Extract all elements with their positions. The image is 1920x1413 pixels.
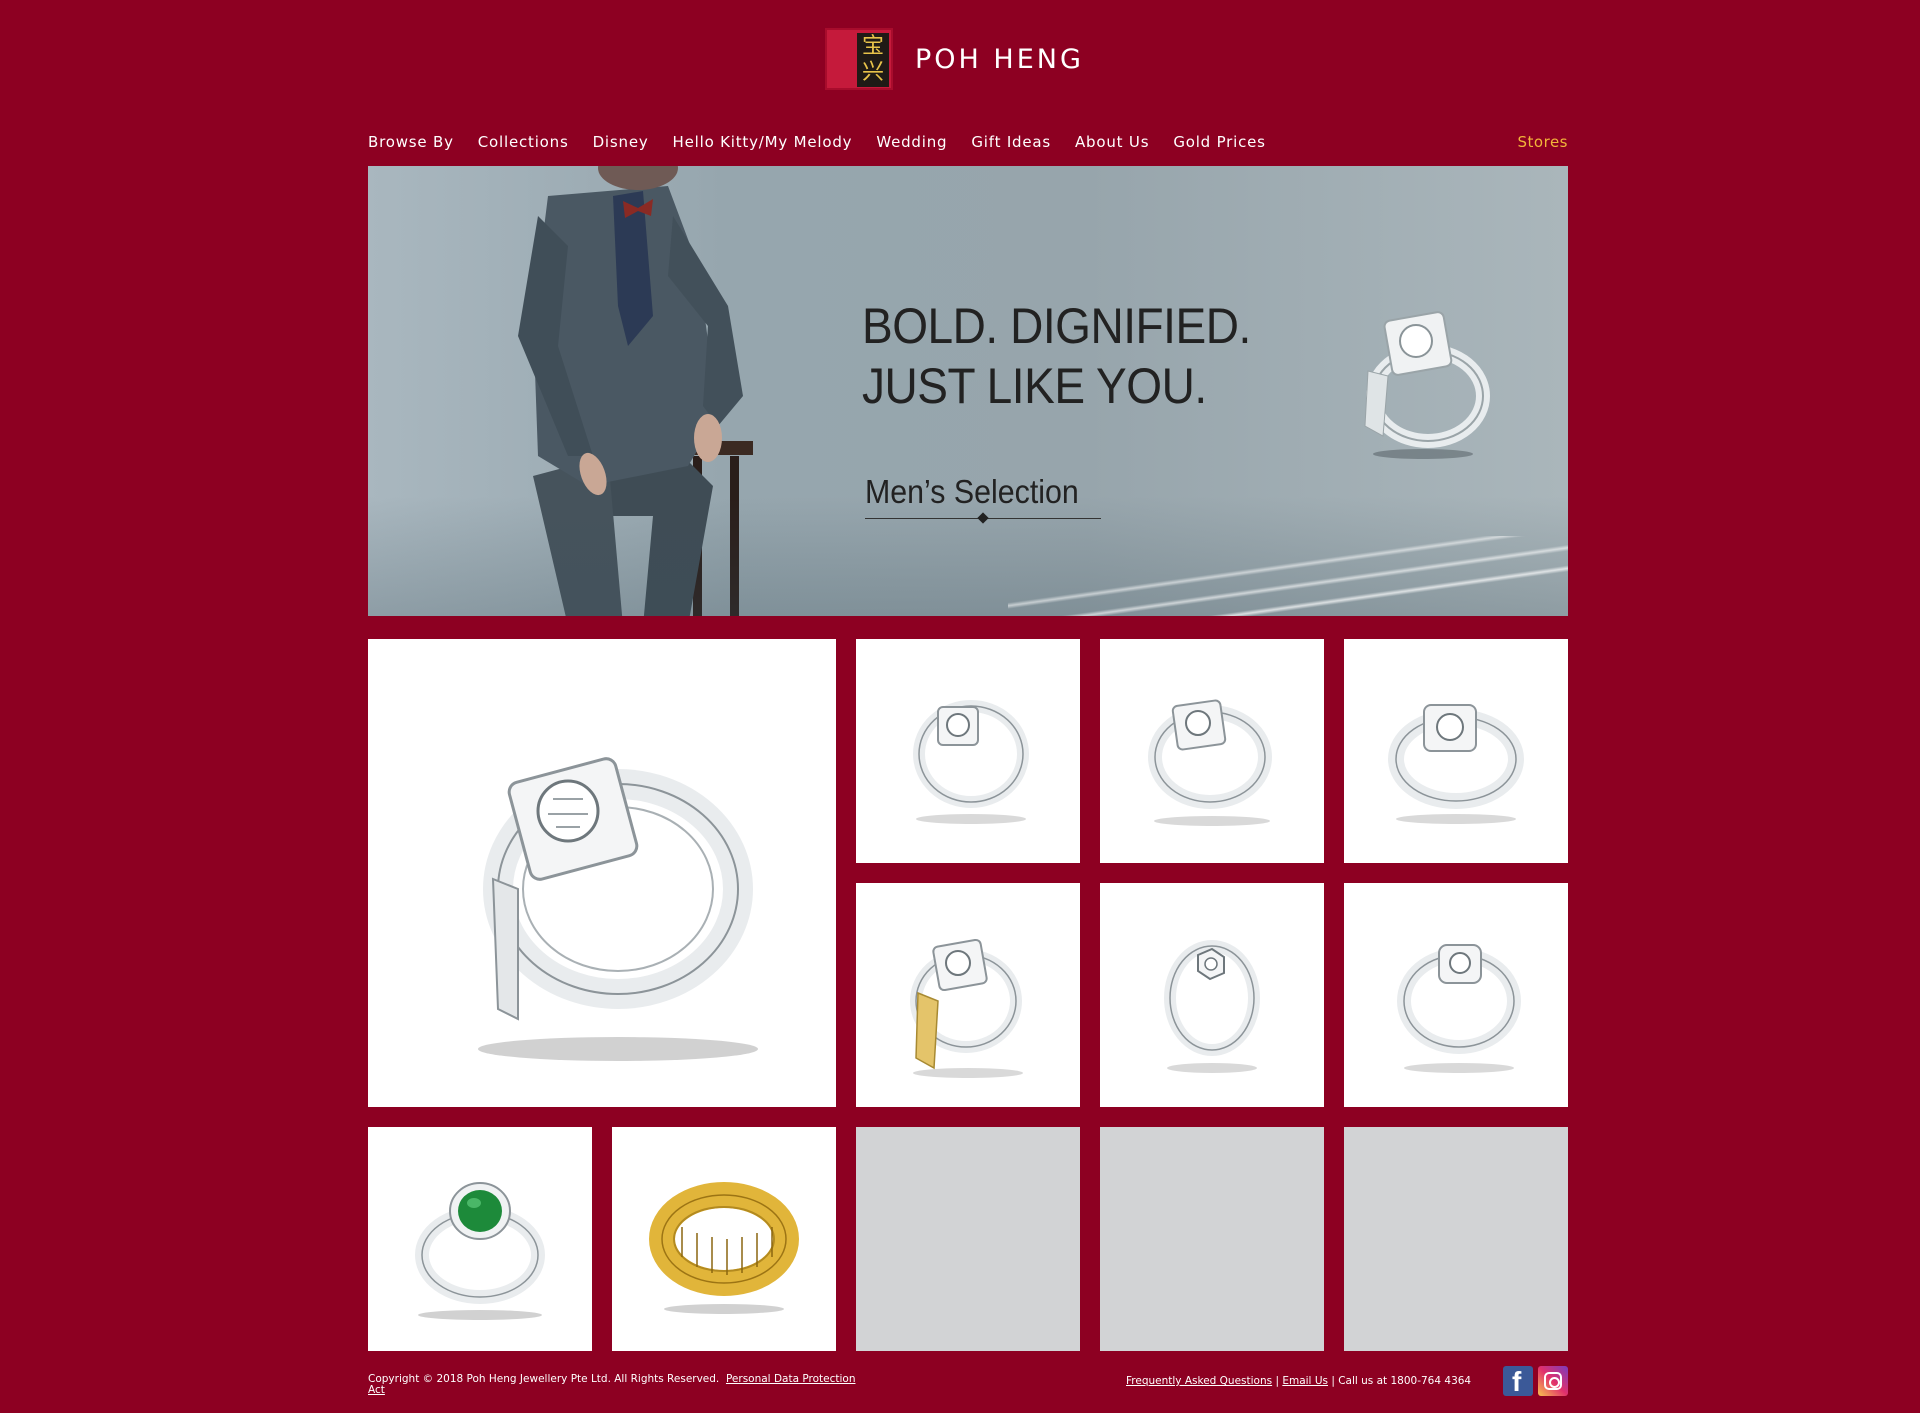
nav-item-about-us[interactable]: About Us: [1075, 133, 1149, 151]
hero-title-line2: JUST LIKE YOU.: [862, 358, 1207, 414]
logo-glyph-box: 宝 兴: [857, 33, 889, 87]
abacus-ring-icon: [649, 1182, 799, 1314]
footer-separator: |: [1275, 1375, 1279, 1387]
brand-name: POH HENG: [915, 43, 1084, 75]
copyright-text: Copyright © 2018 Poh Heng Jewellery Pte …: [368, 1373, 720, 1385]
logo-mark-icon: 宝 兴: [825, 28, 893, 90]
nav-item-disney[interactable]: Disney: [593, 133, 649, 151]
hero-light-streaks: [1008, 536, 1568, 616]
product-tile[interactable]: [612, 1127, 836, 1351]
footer-separator: |: [1331, 1375, 1335, 1387]
placeholder-tile: [1344, 1127, 1568, 1351]
diamond-ring-icon: [1388, 704, 1524, 824]
diamond-ring-icon: [478, 757, 758, 1061]
nav-item-browse-by[interactable]: Browse By: [368, 133, 454, 151]
main-nav: Browse By Collections Disney Hello Kitty…: [368, 131, 1568, 153]
hero-banner[interactable]: BOLD. DIGNIFIED. JUST LIKE YOU. Men’s Se…: [368, 166, 1568, 616]
product-tile[interactable]: [1344, 639, 1568, 863]
placeholder-tile: [856, 1127, 1080, 1351]
faq-link[interactable]: Frequently Asked Questions: [1126, 1375, 1272, 1387]
diamond-ring-icon: [1397, 944, 1521, 1073]
jade-ring-icon: [415, 1182, 545, 1320]
product-tile[interactable]: [1100, 883, 1324, 1107]
instagram-icon[interactable]: [1538, 1366, 1568, 1396]
hexagon-diamond-ring-icon: [1164, 940, 1260, 1073]
footer-contact: Frequently Asked Questions | Email Us | …: [1126, 1375, 1471, 1387]
product-tile[interactable]: [1344, 883, 1568, 1107]
email-link[interactable]: Email Us: [1282, 1375, 1328, 1387]
product-tile[interactable]: [856, 883, 1080, 1107]
diamond-ring-icon: [1148, 699, 1272, 826]
diamond-ring-icon: [913, 700, 1029, 824]
nav-item-hello-kitty[interactable]: Hello Kitty/My Melody: [673, 133, 853, 151]
hero-title: BOLD. DIGNIFIED. JUST LIKE YOU.: [862, 296, 1251, 416]
nav-item-stores[interactable]: Stores: [1518, 133, 1568, 151]
nav-item-gold-prices[interactable]: Gold Prices: [1173, 133, 1265, 151]
footer-copyright: Copyright © 2018 Poh Heng Jewellery Pte …: [368, 1374, 868, 1396]
nav-item-collections[interactable]: Collections: [478, 133, 569, 151]
logo-glyph-top: 宝: [861, 34, 884, 59]
hero-subtitle[interactable]: Men’s Selection: [865, 473, 1079, 511]
product-tile[interactable]: [1100, 639, 1324, 863]
call-text: Call us at 1800-764 4364: [1338, 1375, 1472, 1387]
product-tile-featured[interactable]: [368, 639, 836, 1107]
product-tile[interactable]: [368, 1127, 592, 1351]
placeholder-tile: [1100, 1127, 1324, 1351]
logo-glyph-bottom: 兴: [861, 60, 884, 85]
hero-ring-icon: [1364, 311, 1490, 459]
hero-title-line1: BOLD. DIGNIFIED.: [862, 298, 1251, 354]
product-tile[interactable]: [856, 639, 1080, 863]
nav-item-gift-ideas[interactable]: Gift Ideas: [971, 133, 1051, 151]
brand-logo[interactable]: 宝 兴 POH HENG: [825, 27, 1084, 91]
two-tone-ring-icon: [910, 938, 1023, 1078]
facebook-icon[interactable]: f: [1503, 1366, 1533, 1397]
nav-item-wedding[interactable]: Wedding: [876, 133, 947, 151]
